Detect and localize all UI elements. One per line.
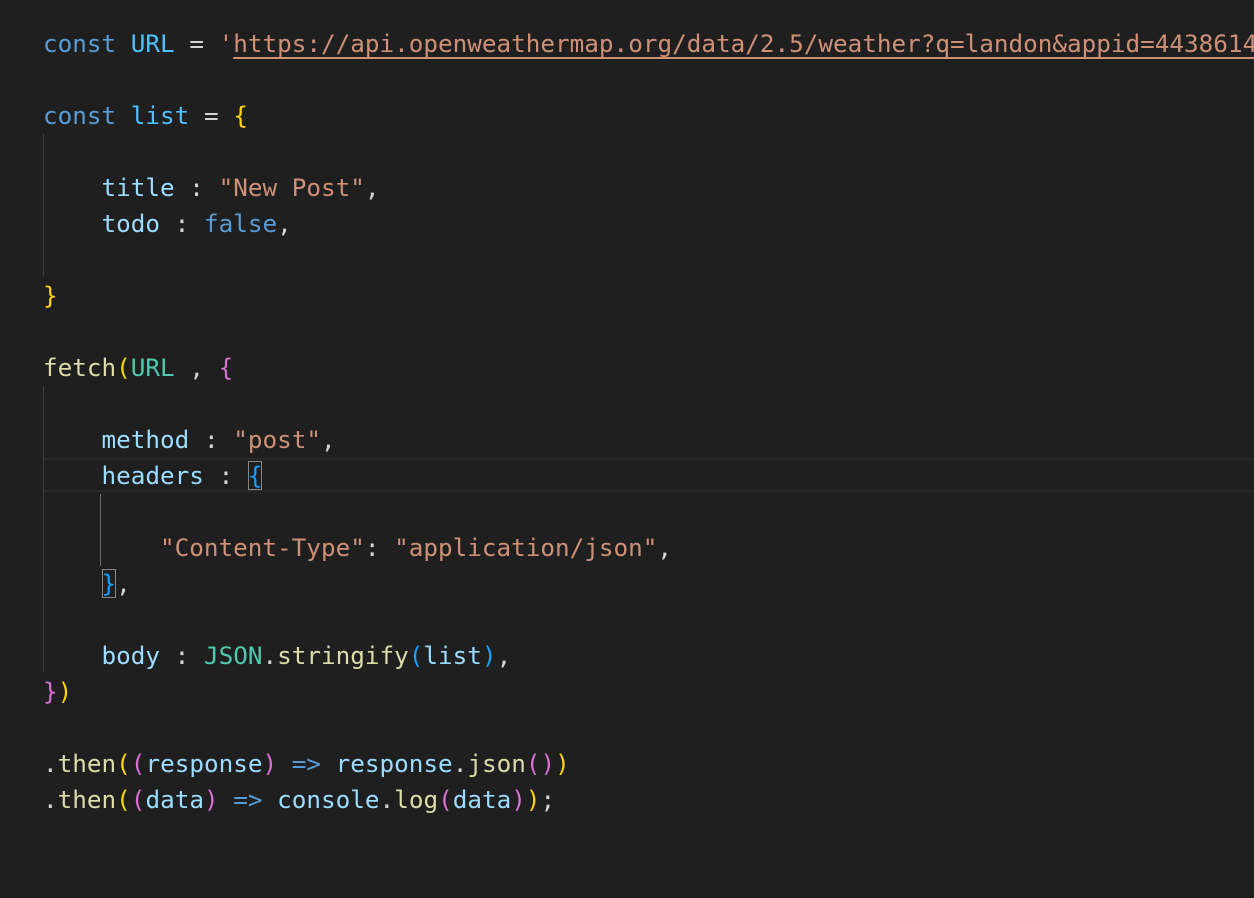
comma: , [321, 425, 336, 454]
open-paren: ( [408, 641, 424, 670]
close-brace: } [43, 677, 58, 706]
assign-operator: = [203, 101, 219, 130]
body-key: body [101, 641, 161, 670]
then-function: then [57, 749, 117, 778]
title-key: title [101, 173, 175, 202]
code-line-then-response: .then((response) => response.json()) [43, 746, 570, 782]
open-paren: ( [130, 749, 146, 778]
colon: : [218, 461, 234, 490]
code-line-title: title : "New Post", [43, 170, 380, 206]
arrow-operator: => [291, 749, 322, 778]
close-paren: ) [203, 785, 219, 814]
semicolon: ; [540, 785, 556, 814]
comma: , [364, 173, 380, 202]
code-line-fetch: fetch(URL , { [43, 350, 233, 386]
dot: . [379, 785, 395, 814]
code-line-headers: headers : { [43, 458, 263, 494]
dot: . [452, 749, 468, 778]
close-paren: ) [511, 785, 526, 814]
comma: , [116, 569, 131, 598]
code-line-content-type: "Content-Type": "application/json", [43, 530, 672, 566]
keyword-const: const [43, 101, 117, 130]
close-brace: } [43, 281, 58, 310]
assign-operator: = [189, 29, 204, 58]
keyword-const: const [43, 29, 117, 58]
dot: . [262, 641, 278, 670]
dot: . [43, 785, 58, 814]
url-quote: ' [218, 29, 234, 58]
arrow-operator: => [233, 785, 263, 814]
colon: : [203, 425, 219, 454]
code-line-list-close: } [43, 278, 58, 314]
todo-key: todo [101, 209, 161, 238]
code-line-fetch-close: }) [43, 674, 72, 710]
json-function: json [467, 749, 526, 778]
comma: , [657, 533, 673, 562]
headers-key: headers [101, 461, 204, 490]
comma: , [277, 209, 292, 238]
url-argument: URL [130, 353, 175, 382]
colon: : [174, 209, 190, 238]
close-paren: ) [555, 749, 570, 778]
colon: : [189, 173, 204, 202]
data-argument: data [452, 785, 512, 814]
close-paren: ) [262, 749, 278, 778]
colon: : [364, 533, 380, 562]
method-key: method [101, 425, 190, 454]
close-paren: ) [525, 785, 541, 814]
data-param: data [145, 785, 204, 814]
dot: . [43, 749, 58, 778]
open-paren: ( [438, 785, 453, 814]
list-argument: list [423, 641, 482, 670]
content-type-value: "application/json" [394, 533, 658, 562]
close-paren: ) [540, 749, 556, 778]
method-value: "post" [233, 425, 321, 454]
code-line-then-data: .then((data) => console.log(data)); [43, 782, 555, 818]
open-paren: ( [116, 353, 131, 382]
json-object: JSON [203, 641, 263, 670]
close-paren: ) [481, 641, 497, 670]
stringify-function: stringify [277, 641, 409, 670]
url-variable: URL [130, 29, 175, 58]
list-variable: list [130, 101, 190, 130]
code-line-list-declaration: const list = { [43, 98, 248, 134]
keyword-false: false [203, 209, 278, 238]
matched-close-brace: } [101, 569, 117, 598]
matched-open-brace: { [247, 461, 263, 490]
fetch-function: fetch [43, 353, 117, 382]
open-paren: ( [116, 749, 131, 778]
code-line-headers-close: }, [43, 566, 131, 602]
response-param: response [145, 749, 263, 778]
code-line-method: method : "post", [43, 422, 336, 458]
title-value: "New Post" [218, 173, 365, 202]
content-type-key: "Content-Type" [160, 533, 365, 562]
comma: , [189, 353, 204, 382]
open-paren: ( [116, 785, 131, 814]
comma: , [496, 641, 512, 670]
response-object: response [335, 749, 453, 778]
close-paren: ) [57, 677, 73, 706]
code-line-todo: todo : false, [43, 206, 292, 242]
open-brace: { [233, 101, 248, 130]
code-line-body: body : JSON.stringify(list), [43, 638, 512, 674]
open-paren: ( [130, 785, 146, 814]
url-string-link[interactable]: https://api.openweathermap.org/data/2.5/… [233, 29, 1254, 58]
console-object: console [277, 785, 380, 814]
code-line-url: const URL = 'https://api.openweathermap.… [43, 26, 1254, 62]
log-function: log [394, 785, 439, 814]
open-paren: ( [525, 749, 541, 778]
open-brace: { [218, 353, 234, 382]
then-function: then [57, 785, 117, 814]
code-editor[interactable]: const URL = 'https://api.openweathermap.… [0, 0, 1254, 898]
colon: : [174, 641, 190, 670]
